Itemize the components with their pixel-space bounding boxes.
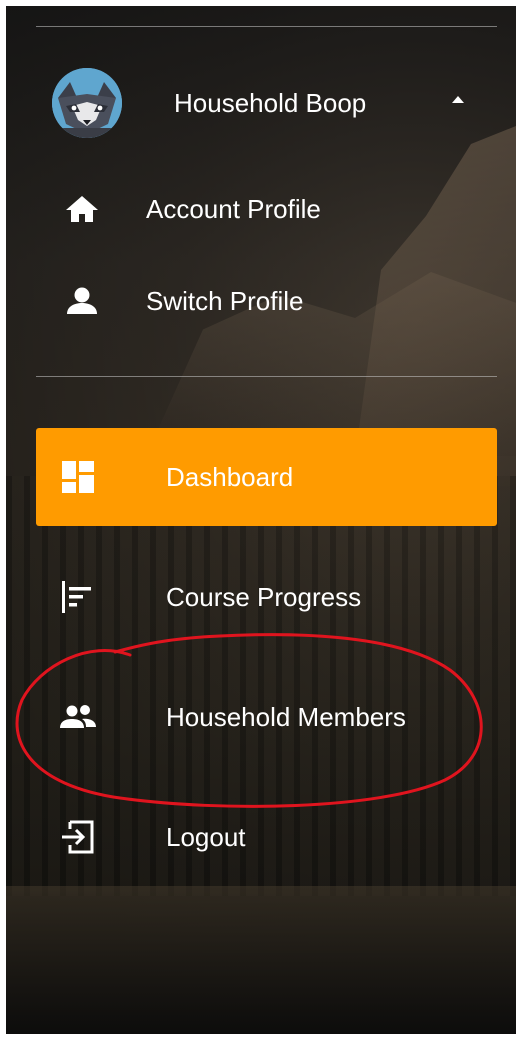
nav-item-label: Course Progress (166, 582, 362, 612)
background-lake (6, 886, 516, 1034)
nav-item-label: Household Members (166, 702, 406, 732)
avatar (52, 68, 122, 138)
profile-toggle[interactable]: Household Boop (52, 68, 482, 140)
nav-item-dashboard[interactable]: Dashboard (36, 428, 497, 526)
menu-item-account-profile[interactable]: Account Profile (62, 180, 462, 236)
top-divider (36, 26, 497, 27)
dashboard-icon (58, 457, 98, 497)
nav-item-household-members[interactable]: Household Members (36, 668, 497, 766)
progress-icon (58, 577, 98, 617)
person-icon (62, 280, 102, 320)
nav-item-course-progress[interactable]: Course Progress (36, 548, 497, 646)
section-divider (36, 376, 497, 377)
logout-icon (58, 817, 98, 857)
menu-item-label: Switch Profile (146, 286, 304, 316)
menu-item-label: Account Profile (146, 194, 321, 224)
people-icon (58, 697, 98, 737)
wolf-avatar-icon (52, 68, 122, 138)
nav-item-label: Dashboard (166, 462, 294, 492)
navigation-sidebar: Household Boop Account Profile Switch Pr… (6, 6, 516, 1034)
caret-up-icon[interactable] (452, 96, 464, 103)
home-icon (62, 188, 102, 228)
nav-item-label: Logout (166, 822, 246, 852)
profile-name: Household Boop (174, 88, 367, 118)
menu-item-switch-profile[interactable]: Switch Profile (62, 272, 462, 328)
nav-item-logout[interactable]: Logout (36, 788, 497, 886)
